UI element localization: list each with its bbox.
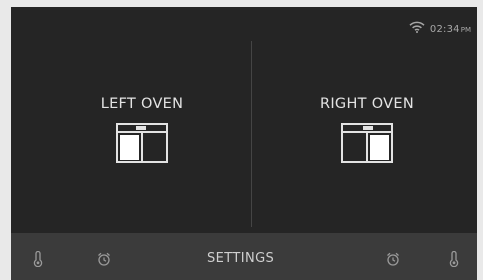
touch-screen: 02:34PM LEFT OVEN RIGHT OVEN xyxy=(11,7,477,233)
left-oven-button[interactable]: LEFT OVEN xyxy=(62,95,222,163)
clock-time: 02:34 xyxy=(429,24,460,35)
left-oven-label: LEFT OVEN xyxy=(100,96,184,112)
clock: 02:34PM xyxy=(430,17,471,36)
thermometer-icon[interactable] xyxy=(447,251,461,267)
wifi-icon xyxy=(409,21,425,33)
alarm-clock-icon[interactable] xyxy=(97,251,111,267)
oven-divider xyxy=(251,41,252,227)
right-oven-label: RIGHT OVEN xyxy=(319,96,415,112)
clock-ampm: PM xyxy=(460,26,471,34)
left-oven-icon xyxy=(116,123,168,163)
settings-button[interactable]: SETTINGS xyxy=(207,251,274,266)
thermometer-icon[interactable] xyxy=(31,251,45,267)
oven-control-device: 02:34PM LEFT OVEN RIGHT OVEN SETTINGS xyxy=(0,0,483,280)
right-oven-button[interactable]: RIGHT OVEN xyxy=(287,95,447,163)
alarm-clock-icon[interactable] xyxy=(386,251,400,267)
status-bar: 02:34PM xyxy=(409,17,471,36)
right-oven-icon xyxy=(341,123,393,163)
bottom-bar: SETTINGS xyxy=(11,233,477,280)
